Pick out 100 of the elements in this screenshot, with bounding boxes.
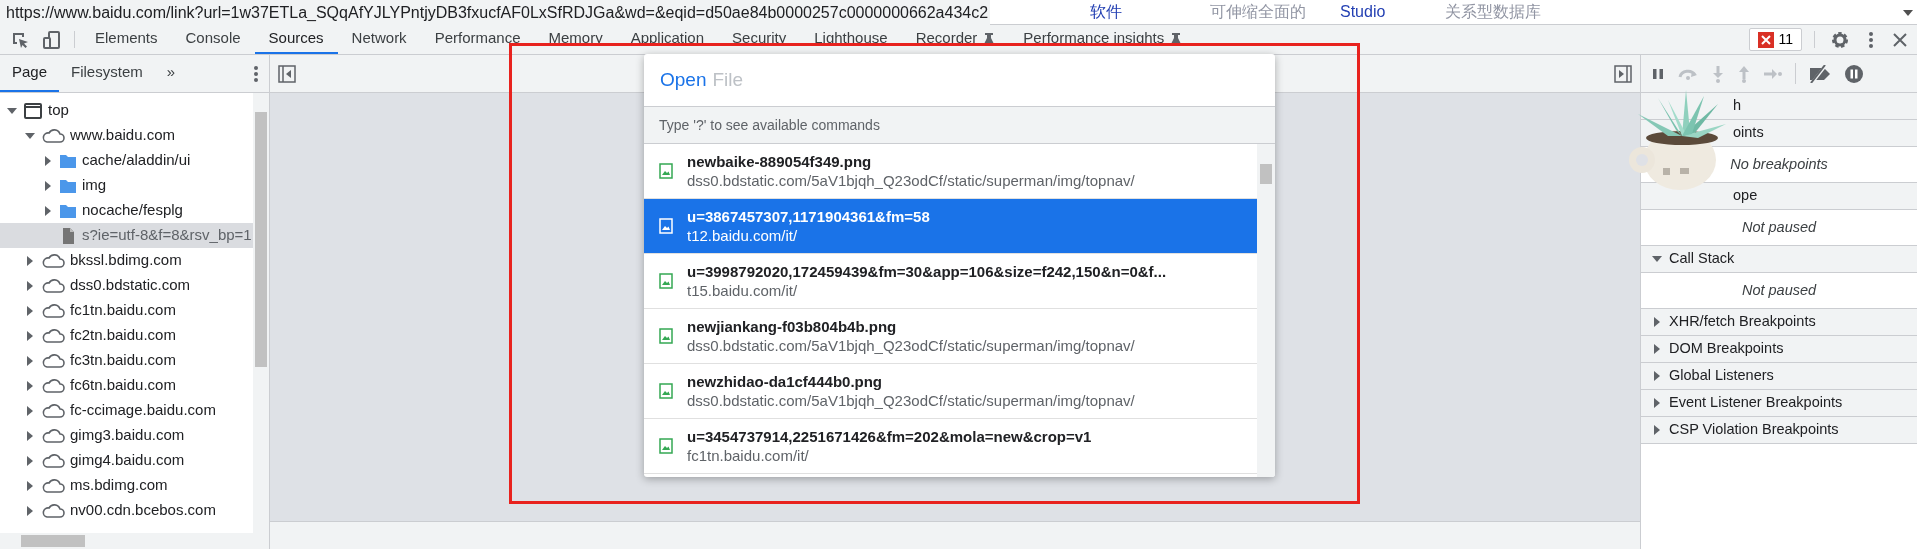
section-header[interactable]: XHR/fetch Breakpoints xyxy=(1641,309,1917,336)
image-file-icon xyxy=(659,273,673,289)
tree-item[interactable]: fc6tn.baidu.com xyxy=(0,373,253,398)
file-name: u=3454737914,2251671426&fm=202&mola=new&crop=v1 xyxy=(687,427,1092,446)
navigator-tab[interactable]: Filesystem xyxy=(59,55,155,92)
image-file-icon xyxy=(659,438,673,454)
tree-item[interactable]: gimg3.baidu.com xyxy=(0,423,253,448)
pause-icon[interactable] xyxy=(1651,66,1665,81)
more-icon[interactable] xyxy=(253,63,259,84)
image-file-icon xyxy=(659,383,673,399)
navigator-tab[interactable]: Page xyxy=(0,55,60,92)
settings-icon[interactable] xyxy=(1830,29,1850,50)
pause-on-exceptions-icon[interactable] xyxy=(1844,63,1864,84)
section-header[interactable]: CSP Violation Breakpoints xyxy=(1641,417,1917,444)
cloud-icon xyxy=(41,452,65,469)
file-name: newbaike-889054f349.png xyxy=(687,152,873,171)
tree-item[interactable]: gimg4.baidu.com xyxy=(0,448,253,473)
file-name: u=3998792020,172459439&fm=30&app=106&size=f242,150&n=0&f... xyxy=(687,262,1167,281)
cloud-icon xyxy=(41,502,65,519)
page-link[interactable]: 软件 xyxy=(1090,0,1122,24)
sidebar-toggle-icon[interactable] xyxy=(278,65,296,84)
scroll-arrow-icon[interactable] xyxy=(1903,9,1913,16)
tree-item[interactable]: nocache/fesplg xyxy=(0,198,253,223)
cloud-icon xyxy=(41,402,65,419)
section-header[interactable]: DOM Breakpoints xyxy=(1641,336,1917,363)
tree-item[interactable]: fc1tn.baidu.com xyxy=(0,298,253,323)
file-name: u=3867457307,1171904361&fm=58 xyxy=(687,207,930,226)
file-name: newjiankang-f03b804b4b.png xyxy=(687,317,898,336)
scrollbar[interactable] xyxy=(0,533,269,549)
file-path: t15.baidu.com/it/ xyxy=(687,281,799,300)
section-header[interactable]: Event Listener Breakpoints xyxy=(1641,390,1917,417)
file-path: dss0.bdstatic.com/5aV1bjqh_Q23odCf/static/superman/img/topnav/ xyxy=(687,336,1135,355)
devtools-tab[interactable]: Memory xyxy=(534,25,617,54)
tree-item[interactable]: fc3tn.baidu.com xyxy=(0,348,253,373)
cloud-icon xyxy=(41,252,65,269)
devtools-tab[interactable]: Network xyxy=(337,25,421,54)
page-link[interactable]: Studio xyxy=(1340,0,1386,24)
devtools-tab[interactable]: Security xyxy=(718,25,801,54)
folder-icon xyxy=(59,152,77,169)
devtools-tab[interactable]: Lighthouse xyxy=(800,25,902,54)
file-path: t12.baidu.com/it/ xyxy=(687,226,799,245)
folder-icon xyxy=(59,177,77,194)
image-file-icon xyxy=(659,218,673,234)
tree-item[interactable]: dss0.bdstatic.com xyxy=(0,273,253,298)
cloud-icon xyxy=(41,327,65,344)
section-title[interactable]: ope xyxy=(1733,185,1758,207)
tree-item[interactable]: fc-ccimage.baidu.com xyxy=(0,398,253,423)
scrollbar[interactable] xyxy=(253,93,269,533)
file-path: fc1tn.baidu.com/it/ xyxy=(687,446,810,465)
cloud-icon xyxy=(41,277,65,294)
tree-item[interactable]: nv00.cdn.bcebos.com xyxy=(0,498,253,523)
file-path: dss0.bdstatic.com/5aV1bjqh_Q23odCf/static/superman/img/topnav/ xyxy=(687,171,1135,190)
cloud-icon xyxy=(41,127,65,144)
file-search-field[interactable]: File xyxy=(712,65,1275,95)
devtools-tab[interactable]: Console xyxy=(171,25,255,54)
image-file-icon xyxy=(659,328,673,344)
more-icon[interactable] xyxy=(1868,29,1874,50)
tree-item[interactable]: www.baidu.com xyxy=(0,123,253,148)
hint-text: Type '?' to see available commands xyxy=(644,107,1275,144)
tree-item[interactable]: fc2tn.baidu.com xyxy=(0,323,253,348)
file-result[interactable]: newjiankang-f03b804b4b.png dss0.bdstatic.com/5aV1bjqh_Q23odCf/static/superman/img/topnav/ xyxy=(644,309,1257,364)
file-result[interactable]: u=3867457307,1171904361&fm=58 t12.baidu.com/it/ xyxy=(644,199,1257,254)
deactivate-breakpoints-icon[interactable] xyxy=(1808,64,1832,83)
cloud-icon xyxy=(41,427,65,444)
folder-icon xyxy=(59,202,77,219)
error-counter[interactable]: 11 xyxy=(1749,28,1802,51)
url-text: https://www.baidu.com/link?url=1w37ETLa_SQqAfYJLYPntjyDB3fxucfAF0LxSfRDJGa&wd=&eqid=d50ae84b0000257c0000000662a434c2 xyxy=(0,0,990,25)
file-result[interactable]: newzhidao-da1cf444b0.png dss0.bdstatic.com/5aV1bjqh_Q23odCf/static/superman/img/topnav/ xyxy=(644,364,1257,419)
file-result[interactable]: u=3454737914,2251671426&fm=202&mola=new&crop=v1 fc1tn.baidu.com/it/ xyxy=(644,419,1257,474)
close-icon[interactable] xyxy=(1892,31,1908,48)
prompt-label: Open xyxy=(660,67,707,92)
section-title[interactable]: oints xyxy=(1733,122,1764,144)
cloud-icon xyxy=(41,377,65,394)
section-header[interactable]: Call Stack xyxy=(1641,246,1917,273)
tree-item[interactable]: bkssl.bdimg.com xyxy=(0,248,253,273)
cloud-icon xyxy=(41,302,65,319)
cloud-icon xyxy=(41,352,65,369)
window-icon xyxy=(23,101,43,120)
scrollbar[interactable] xyxy=(1257,144,1275,477)
file-name: newzhidao-da1cf444b0.png xyxy=(687,372,884,391)
tree-item[interactable]: img xyxy=(0,173,253,198)
section-title[interactable]: h xyxy=(1733,95,1742,117)
sidebar-toggle-icon[interactable] xyxy=(1614,65,1632,84)
devtools-tab[interactable]: Elements xyxy=(81,25,172,54)
tree-item[interactable]: s?ie=utf-8&f=8&rsv_bp=1 xyxy=(0,223,253,248)
device-icon[interactable] xyxy=(42,29,62,50)
section-header[interactable]: Global Listeners xyxy=(1641,363,1917,390)
error-icon xyxy=(1758,31,1775,48)
devtools-tab[interactable]: Recorder xyxy=(901,25,1010,54)
devtools-tab[interactable]: Performance xyxy=(420,25,535,54)
file-path: dss0.bdstatic.com/5aV1bjqh_Q23odCf/static/superman/img/topnav/ xyxy=(687,391,1135,410)
tree-item[interactable]: ms.bdimg.com xyxy=(0,473,253,498)
cloud-icon xyxy=(41,477,65,494)
tree-item[interactable]: top xyxy=(0,98,253,123)
page-text: 可伸缩全面的 xyxy=(1210,2,1306,22)
image-file-icon xyxy=(659,163,673,179)
more-tabs-button[interactable]: » xyxy=(154,55,188,92)
file-result[interactable]: u=3998792020,172459439&fm=30&app=106&size=f242,150&n=0&f... t15.baidu.com/it/ xyxy=(644,254,1257,309)
devtools-tab[interactable]: Application xyxy=(616,25,719,54)
tree-item[interactable]: cache/aladdin/ui xyxy=(0,148,253,173)
